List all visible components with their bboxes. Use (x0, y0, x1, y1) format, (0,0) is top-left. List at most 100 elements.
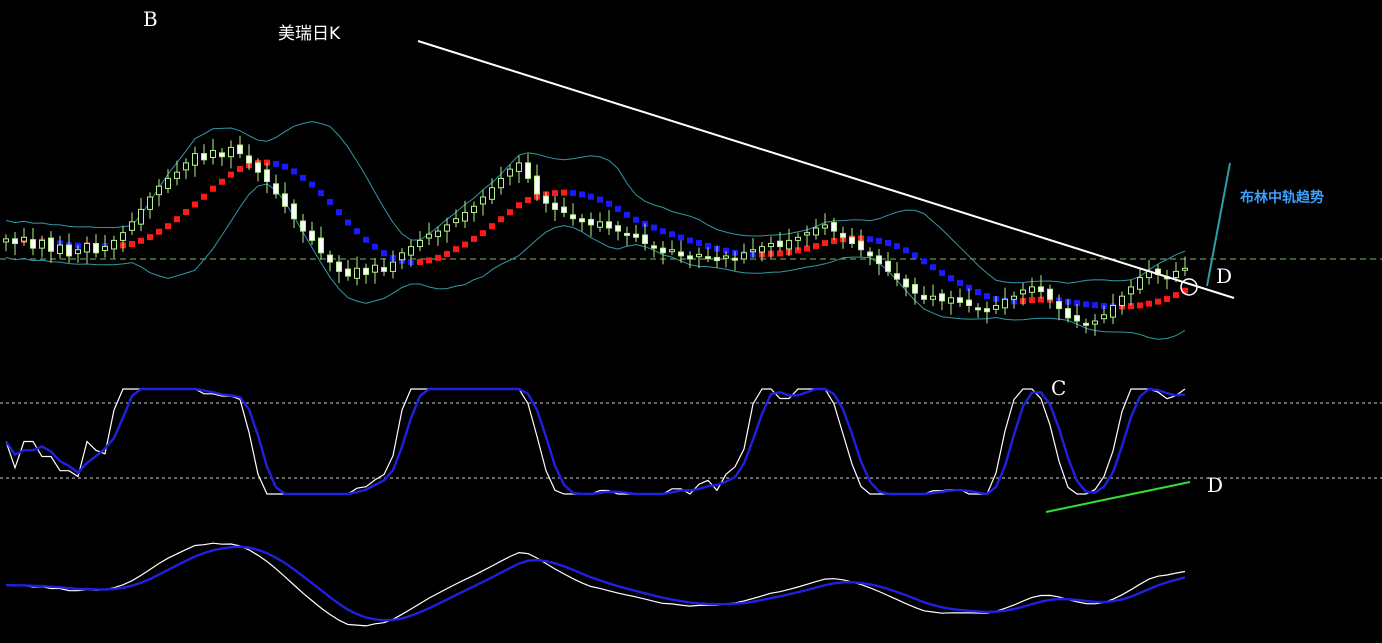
midband-block (507, 209, 513, 216)
midband-block (453, 246, 459, 253)
candle-body (1020, 289, 1026, 295)
midband-block (462, 241, 468, 248)
candle-body (570, 214, 576, 220)
candle-body (1182, 267, 1188, 271)
candle-body (669, 249, 675, 253)
midband-block (1155, 298, 1161, 305)
candle-body (732, 257, 738, 261)
midband-block (822, 240, 828, 247)
candle-body (390, 261, 396, 272)
candle-body (39, 239, 45, 249)
midband-block (426, 257, 432, 264)
candle-body (858, 240, 864, 251)
midband-block (354, 228, 360, 235)
midband-block (984, 293, 990, 300)
candle-body (894, 273, 900, 280)
candle-body (678, 251, 684, 257)
candle-body (543, 195, 549, 204)
candle-body (777, 240, 783, 248)
midband-block (318, 190, 324, 197)
candle-body (246, 155, 252, 164)
candle-body (642, 234, 648, 245)
candle-body (156, 185, 162, 196)
midband-block (138, 237, 144, 244)
candle-body (300, 220, 306, 232)
midband-block (579, 191, 585, 198)
candle-body (183, 162, 189, 171)
candle-body (1038, 286, 1044, 293)
candle-body (102, 246, 108, 251)
candle-body (399, 252, 405, 261)
candle-body (354, 267, 360, 279)
candle-body (561, 206, 567, 213)
midband-block (237, 165, 243, 172)
candle-body (21, 236, 27, 242)
candle-body (867, 251, 873, 257)
candle-body (1065, 308, 1071, 319)
candle-body (786, 239, 792, 250)
candle-body (624, 232, 630, 236)
candle-body (111, 239, 117, 250)
candle-body (462, 212, 468, 222)
midband-block (435, 254, 441, 261)
candle-body (291, 203, 297, 220)
midband-block (1137, 302, 1143, 309)
candle-body (804, 232, 810, 236)
midband-block (606, 200, 612, 207)
midband-block (912, 252, 918, 259)
candle-body (1056, 301, 1062, 310)
midband-block (345, 219, 351, 226)
midband-block (228, 171, 234, 178)
candle-body (1011, 295, 1017, 300)
candle-body (174, 171, 180, 179)
midband-block (156, 228, 162, 235)
midband-block (660, 228, 666, 235)
candle-body (219, 152, 225, 158)
midband-block (588, 193, 594, 200)
midband-block (498, 216, 504, 223)
midband-block (381, 250, 387, 257)
candle-body (1074, 315, 1080, 322)
midband-block (687, 237, 693, 244)
candle-body (282, 193, 288, 207)
candle-body (336, 261, 342, 272)
candle-body (921, 294, 927, 300)
midband-block (363, 236, 369, 243)
candle-body (237, 144, 243, 155)
candle-body (1137, 277, 1143, 290)
midband-block (975, 289, 981, 296)
midband-block (1173, 292, 1179, 299)
midband-block (489, 223, 495, 230)
candle-body (57, 244, 63, 255)
midband-block (147, 234, 153, 241)
midband-block (174, 216, 180, 223)
candle-body (165, 177, 171, 189)
candle-body (957, 297, 963, 303)
midband-block (615, 205, 621, 212)
midband-block (552, 190, 558, 197)
midband-block (372, 243, 378, 250)
candle-body (273, 183, 279, 195)
chart-title: 美瑞日K (278, 24, 341, 44)
midband-block (930, 264, 936, 271)
label-point-b: B (143, 7, 158, 31)
label-point-c: C (1051, 376, 1066, 400)
midband-block (1146, 300, 1152, 307)
candle-body (615, 225, 621, 232)
midband-block (525, 197, 531, 204)
candle-body (1047, 288, 1053, 300)
candle-body (93, 243, 99, 254)
label-point-d-price: D (1216, 264, 1232, 288)
candle-body (741, 252, 747, 260)
midband-block (885, 239, 891, 246)
candle-body (885, 260, 891, 272)
midband-block (561, 189, 567, 196)
midband-block (480, 230, 486, 237)
candle-body (516, 162, 522, 172)
midband-block (129, 241, 135, 248)
candle-body (660, 247, 666, 254)
candle-body (903, 278, 909, 288)
candle-body (1029, 286, 1035, 293)
candle-body (606, 221, 612, 229)
candle-body (345, 268, 351, 277)
